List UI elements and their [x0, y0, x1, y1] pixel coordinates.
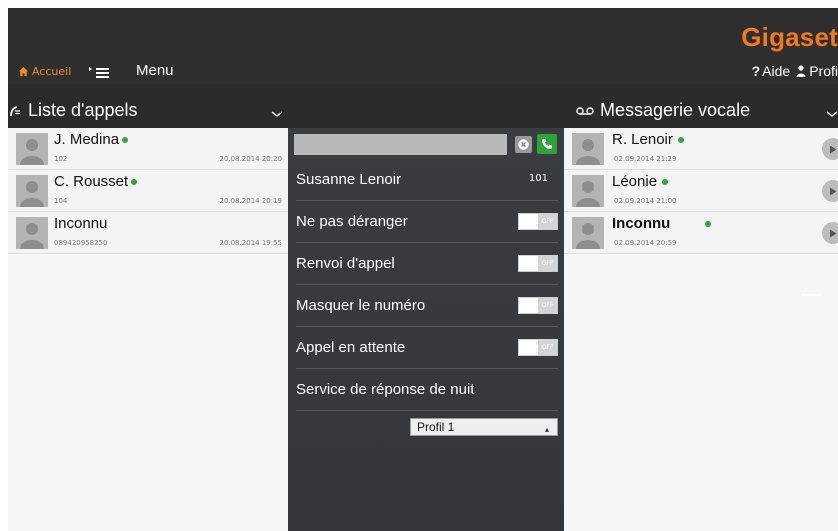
avatar [572, 133, 604, 165]
call-list-item[interactable]: C. Rousset 104 20.08.2014 20:19 [8, 170, 288, 212]
call-list-title: Liste d'appels [28, 100, 138, 120]
brand-logo: Gigaset [741, 22, 838, 52]
home-link[interactable]: Accueil [18, 65, 71, 78]
toggle-state: OFF [538, 298, 557, 313]
chevron-down-icon[interactable] [826, 109, 838, 119]
voicemail-item[interactable]: Léonie 02.09.2014 21:00 [564, 170, 838, 212]
avatar [16, 217, 48, 249]
avatar [572, 217, 604, 249]
hide-number-toggle[interactable]: OFF [518, 297, 558, 314]
voicemail-time: 02.09.2014 21:00 [614, 197, 677, 205]
user-icon [796, 65, 806, 77]
caller-name: J. Medina [54, 131, 129, 148]
home-icon [18, 66, 29, 77]
setting-label: Ne pas déranger [296, 213, 408, 230]
avatar [16, 175, 48, 207]
setting-label: Masquer le numéro [296, 297, 426, 314]
voicemail-item[interactable]: R. Lenoir 02.09.2014 21:29 [564, 128, 838, 170]
presence-dot [131, 178, 138, 185]
presence-dot [662, 178, 669, 185]
toggle-state: OFF [538, 256, 557, 271]
scroll-indicator [801, 294, 821, 296]
settings-panel: Susanne Lenoir 101 Ne pas déranger OFF R… [288, 128, 564, 531]
voicemail-item[interactable]: Inconnu 02.09.2014 20:59 [564, 212, 838, 254]
call-list-header[interactable]: Liste d'appels [8, 100, 138, 121]
presence-dot [677, 136, 684, 143]
play-icon[interactable] [822, 222, 838, 244]
presence-dot [122, 136, 129, 143]
top-right-nav: ? Aide Profi [752, 63, 838, 79]
caller-name: C. Rousset [54, 173, 138, 190]
presence-dot [705, 220, 712, 227]
voicemail-icon [576, 106, 594, 115]
avatar [572, 175, 604, 207]
chevron-up-icon: ▴ [544, 425, 549, 434]
contact-name: Susanne Lenoir [296, 171, 402, 188]
help-link[interactable]: ? Aide [752, 63, 791, 79]
avatar [16, 133, 48, 165]
setting-row-call-waiting: Appel en attente OFF [296, 327, 558, 369]
call-time: 20.08.2014 20:19 [219, 197, 282, 205]
call-list-panel: J. Medina 102 20.08.2014 20:20 C. Rousse… [8, 128, 288, 531]
setting-row-forward: Renvoi d'appel OFF [296, 243, 558, 285]
call-list-item[interactable]: Inconnu 089420958250 20.08.2014 19:55 [8, 212, 288, 254]
voicemail-title: Messagerie vocale [600, 100, 751, 120]
toggle-state: OFF [538, 340, 557, 355]
voicemail-sender: Léonie [612, 173, 669, 190]
clear-icon[interactable] [515, 136, 532, 153]
caller-name: Inconnu [54, 215, 108, 232]
voicemail-sender: Inconnu [612, 215, 712, 232]
menu-link[interactable]: Menu [136, 62, 174, 79]
dnd-toggle[interactable]: OFF [518, 213, 558, 230]
section-header-bar: Liste d'appels Messagerie vocale [8, 84, 838, 128]
voicemail-panel: R. Lenoir 02.09.2014 21:29 Léonie 02.09.… [564, 128, 838, 531]
caller-number: 102 [54, 155, 68, 163]
setting-row-dnd: Ne pas déranger OFF [296, 201, 558, 243]
top-bar: Gigaset Accueil Menu ? Aide Profi [8, 8, 838, 84]
profile-select[interactable]: Profil 1 ▴ [410, 418, 558, 436]
help-label: Aide [762, 63, 791, 79]
forward-toggle[interactable]: OFF [518, 255, 558, 272]
setting-row-hide-number: Masquer le numéro OFF [296, 285, 558, 327]
voicemail-sender: R. Lenoir [612, 131, 684, 148]
contact-extension: 101 [528, 173, 548, 184]
caller-number: 104 [54, 197, 68, 205]
call-list-item[interactable]: J. Medina 102 20.08.2014 20:20 [8, 128, 288, 170]
setting-label: Service de réponse de nuit [296, 381, 475, 398]
chevron-down-icon[interactable] [271, 109, 283, 119]
dial-input[interactable] [294, 134, 507, 155]
call-time: 20.08.2014 20:20 [219, 155, 282, 163]
contact-row: Susanne Lenoir 101 [296, 159, 558, 201]
phone-icon[interactable] [537, 134, 557, 154]
play-icon[interactable] [822, 138, 838, 160]
menu-icon[interactable] [88, 65, 114, 81]
profile-link[interactable]: Profi [796, 63, 838, 79]
setting-label: Appel en attente [296, 339, 406, 356]
voicemail-time: 02.09.2014 20:59 [614, 239, 677, 247]
call-time: 20.08.2014 19:55 [219, 239, 282, 247]
toggle-state: OFF [538, 214, 557, 229]
profile-select-value: Profil 1 [417, 420, 455, 434]
call-waiting-toggle[interactable]: OFF [518, 339, 558, 356]
play-icon[interactable] [822, 180, 838, 202]
caller-number: 089420958250 [54, 239, 108, 247]
setting-row-night-service: Service de réponse de nuit [296, 369, 558, 411]
app-window: Gigaset Accueil Menu ? Aide Profi Liste … [8, 8, 838, 531]
setting-label: Renvoi d'appel [296, 255, 395, 272]
voicemail-time: 02.09.2014 21:29 [614, 155, 677, 163]
voicemail-header[interactable]: Messagerie vocale [576, 100, 750, 121]
profile-label: Profi [809, 63, 838, 79]
help-icon: ? [751, 63, 761, 79]
home-label: Accueil [32, 65, 72, 78]
call-log-icon [10, 105, 20, 116]
